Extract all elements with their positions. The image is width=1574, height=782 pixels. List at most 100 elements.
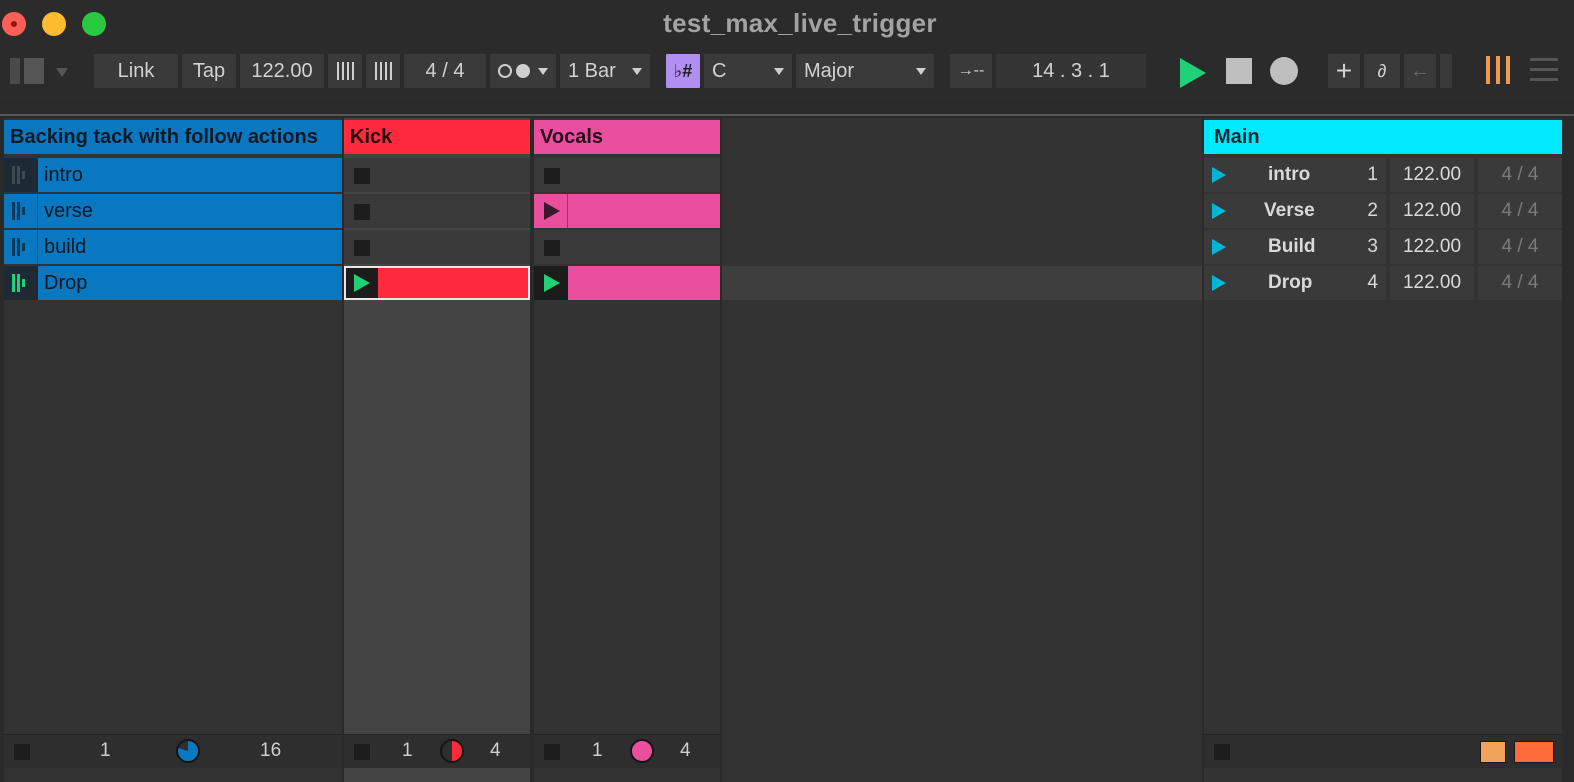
clip-slot[interactable]: intro [4, 158, 342, 192]
clip-slot[interactable]: verse [4, 194, 342, 228]
cpu-meter-icon [1440, 54, 1452, 88]
clip-slot-playing[interactable] [344, 266, 530, 300]
slot-stop-icon [354, 168, 370, 184]
clip-launch-button[interactable] [4, 266, 38, 300]
track-footer: 1 4 [344, 734, 530, 768]
time-signature-field[interactable]: 4 / 4 [404, 54, 486, 88]
scene-name: Verse [1264, 200, 1315, 221]
scene-tempo[interactable]: 122.00 [1390, 266, 1474, 300]
empty-track-drop-area[interactable] [722, 118, 1202, 782]
stop-all-clips-button[interactable] [1214, 744, 1230, 760]
progress-knob-icon[interactable] [630, 739, 654, 763]
track-title[interactable]: Vocals [534, 120, 720, 154]
scene-launch-button[interactable]: intro 1 [1204, 158, 1386, 192]
clip-slot[interactable] [344, 194, 530, 228]
clip-play-button[interactable] [534, 194, 568, 228]
clip-launch-button[interactable] [4, 158, 38, 192]
clip-launch-button[interactable] [4, 230, 38, 264]
clip-play-button[interactable] [346, 268, 378, 298]
track-stop-button[interactable] [354, 744, 370, 760]
track-backing: Backing tack with follow actions intro v… [4, 118, 342, 782]
track-footer [1204, 734, 1562, 768]
progress-knob-icon[interactable] [440, 739, 464, 763]
loop-start[interactable]: 1 [100, 740, 111, 762]
chevron-down-icon[interactable] [56, 68, 68, 77]
track-title[interactable]: Kick [344, 120, 530, 154]
scene-signature[interactable]: 4 / 4 [1478, 266, 1562, 300]
quantization-value: 1 Bar [568, 59, 616, 82]
clip-slot[interactable]: build [4, 230, 342, 264]
scene-row[interactable]: intro 1 122.00 4 / 4 [1204, 158, 1562, 192]
key-value: C [712, 59, 727, 82]
cpu-load-icon[interactable] [1486, 56, 1516, 84]
link-automation-icon[interactable]: ∂ [1364, 54, 1400, 88]
nudge-up-icon[interactable] [366, 54, 400, 88]
key-select[interactable]: C [704, 54, 792, 88]
scene-play-icon [1212, 203, 1226, 219]
track-stop-button[interactable] [544, 744, 560, 760]
play-icon[interactable] [1180, 58, 1206, 88]
scene-number: 1 [1367, 164, 1378, 185]
track-main: Main intro 1 122.00 4 / 4 Verse 2 122.00… [1204, 118, 1562, 782]
slot-stop-icon [544, 240, 560, 256]
scene-signature[interactable]: 4 / 4 [1478, 230, 1562, 264]
clip-slot[interactable] [534, 158, 720, 192]
track-kick: Kick 1 4 [344, 118, 530, 782]
progress-knob-icon[interactable] [176, 739, 200, 763]
clip-slot[interactable] [534, 194, 720, 228]
record-icon[interactable] [1270, 57, 1298, 85]
quantization-select[interactable]: 1 Bar [560, 54, 650, 88]
back-arrow-icon[interactable]: ← [1404, 54, 1436, 88]
scene-signature[interactable]: 4 / 4 [1478, 194, 1562, 228]
transport-toolbar: Link Tap 122.00 4 / 4 1 Bar ♭# C Major →… [0, 46, 1574, 100]
scene-row[interactable]: Verse 2 122.00 4 / 4 [1204, 194, 1562, 228]
song-position-field[interactable]: 14 . 3 . 1 [996, 54, 1146, 88]
scene-launch-button[interactable]: Verse 2 [1204, 194, 1386, 228]
add-icon[interactable]: + [1328, 54, 1360, 88]
scene-row[interactable]: Drop 4 122.00 4 / 4 [1204, 266, 1562, 300]
track-title[interactable]: Main [1204, 120, 1562, 154]
scene-launch-button[interactable]: Build 3 [1204, 230, 1386, 264]
clip-slot[interactable] [344, 158, 530, 192]
scale-mode-icon[interactable]: ♭# [666, 54, 700, 88]
tap-tempo-button[interactable]: Tap [182, 54, 236, 88]
view-toggle-icon[interactable] [10, 58, 44, 84]
clip-play-button[interactable] [534, 266, 568, 300]
clip-launch-button[interactable] [4, 194, 38, 228]
scene-signature[interactable]: 4 / 4 [1478, 158, 1562, 192]
link-button[interactable]: Link [94, 54, 178, 88]
loop-end[interactable]: 16 [260, 740, 281, 762]
scene-name: intro [1268, 164, 1311, 185]
stop-icon[interactable] [1226, 58, 1252, 84]
track-vocals: Vocals 1 4 [534, 118, 720, 782]
scene-row[interactable]: Build 3 122.00 4 / 4 [1204, 230, 1562, 264]
follow-action-playing-icon [12, 274, 32, 292]
scene-tempo[interactable]: 122.00 [1390, 230, 1474, 264]
track-title[interactable]: Backing tack with follow actions [4, 120, 342, 154]
follow-action-icon [12, 238, 32, 256]
follow-icon[interactable]: →-- [950, 54, 992, 88]
scene-tempo[interactable]: 122.00 [1390, 158, 1474, 192]
menu-icon[interactable] [1530, 58, 1558, 82]
scene-play-icon [1212, 275, 1226, 291]
loop-end[interactable]: 4 [490, 740, 501, 762]
clip-slot[interactable] [534, 230, 720, 264]
loop-end[interactable]: 4 [680, 740, 691, 762]
track-stop-button[interactable] [14, 744, 30, 760]
clip-slot-playing[interactable] [534, 266, 720, 300]
tempo-field[interactable]: 122.00 [240, 54, 324, 88]
clip-slot[interactable] [344, 230, 530, 264]
loop-start[interactable]: 1 [402, 740, 413, 762]
loop-start[interactable]: 1 [592, 740, 603, 762]
scene-follow-icon[interactable] [1514, 741, 1554, 763]
scene-number: 3 [1367, 236, 1378, 257]
track-footer: 1 4 [534, 734, 720, 768]
metronome-icon[interactable] [490, 54, 556, 88]
follow-action-toggle-icon[interactable] [1480, 741, 1506, 763]
scene-tempo[interactable]: 122.00 [1390, 194, 1474, 228]
scene-name: Build [1268, 236, 1316, 257]
nudge-down-icon[interactable] [328, 54, 362, 88]
scene-launch-button[interactable]: Drop 4 [1204, 266, 1386, 300]
clip-slot[interactable]: Drop [4, 266, 342, 300]
scale-select[interactable]: Major [796, 54, 934, 88]
